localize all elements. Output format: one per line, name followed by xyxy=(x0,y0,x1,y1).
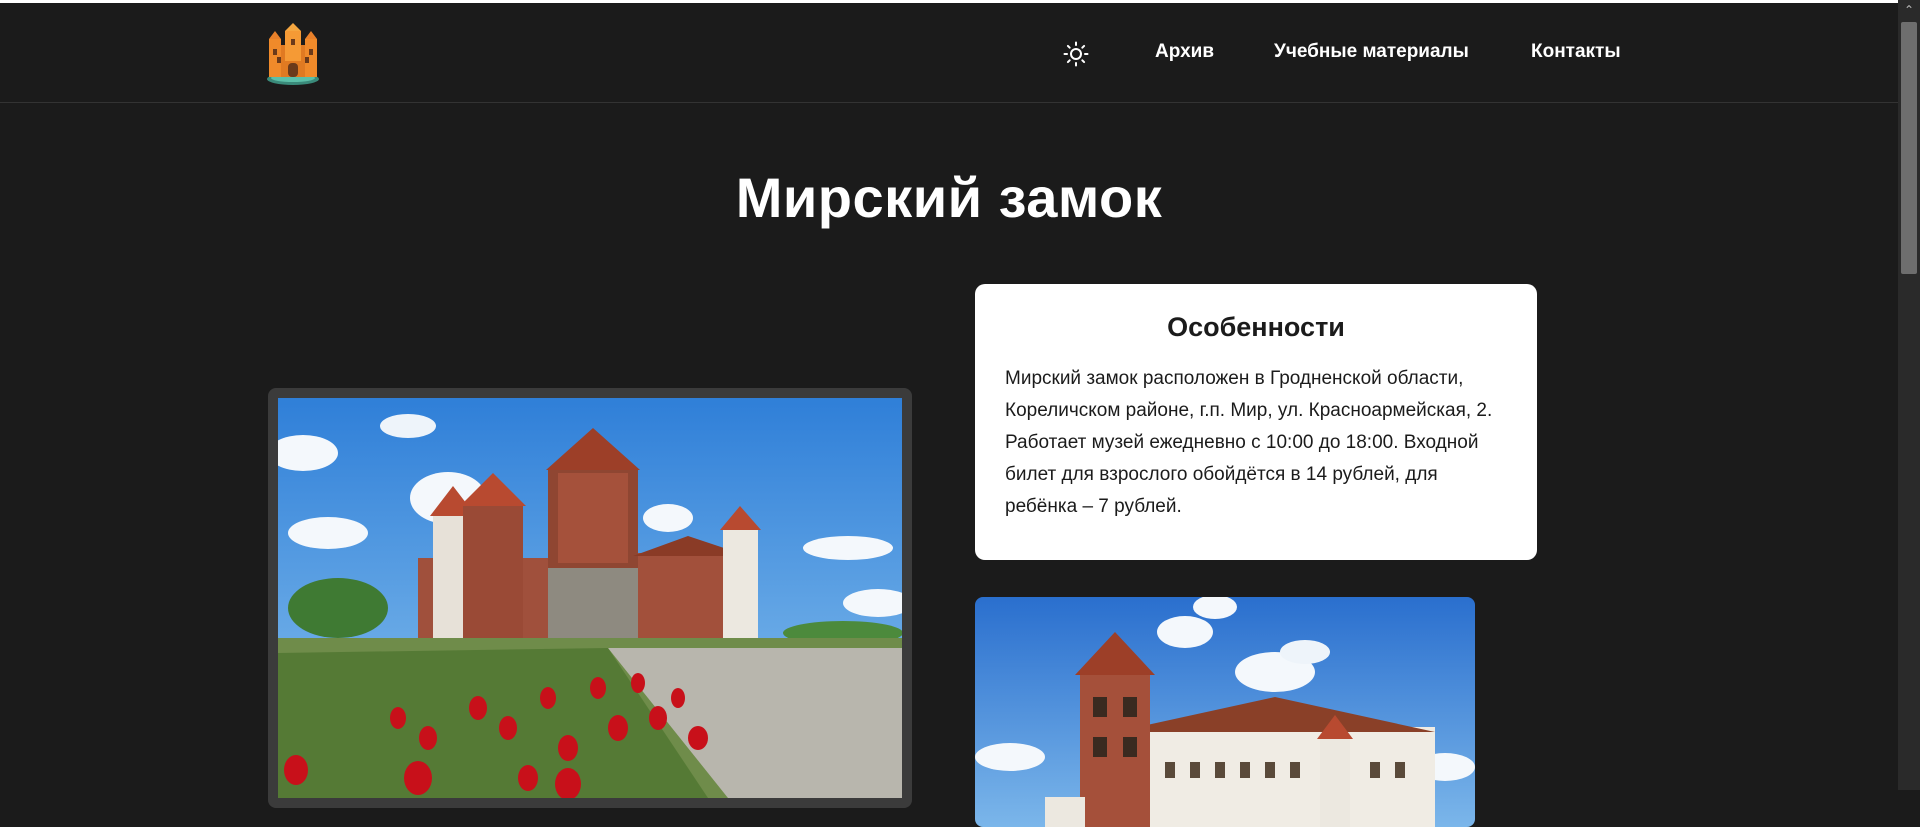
site-header: Архив Учебные материалы Контакты xyxy=(0,3,1898,103)
scroll-up-arrow-icon[interactable]: ⌃ xyxy=(1898,0,1920,20)
page-title: Мирский замок xyxy=(735,166,1163,229)
nav-contacts-link[interactable]: Контакты xyxy=(1531,41,1621,63)
main-nav: Архив Учебные материалы Контакты xyxy=(1060,3,1898,103)
castle-logo-icon[interactable] xyxy=(265,23,321,87)
castle-photo-secondary xyxy=(975,597,1475,827)
main-photo-frame xyxy=(268,388,912,808)
nav-study-materials-link[interactable]: Учебные материалы xyxy=(1274,41,1469,63)
sun-icon xyxy=(1063,41,1089,72)
scrollbar-thumb[interactable] xyxy=(1901,22,1917,274)
vertical-scrollbar[interactable]: ⌃ xyxy=(1898,0,1920,790)
features-heading: Особенности xyxy=(1167,312,1345,342)
features-card: Особенности Мирский замок расположен в Г… xyxy=(975,284,1537,560)
theme-toggle-button[interactable] xyxy=(1060,40,1092,72)
features-text: Мирский замок расположен в Гродненской о… xyxy=(1005,368,1493,517)
castle-photo-main xyxy=(278,398,902,798)
nav-archive-link[interactable]: Архив xyxy=(1155,41,1214,63)
